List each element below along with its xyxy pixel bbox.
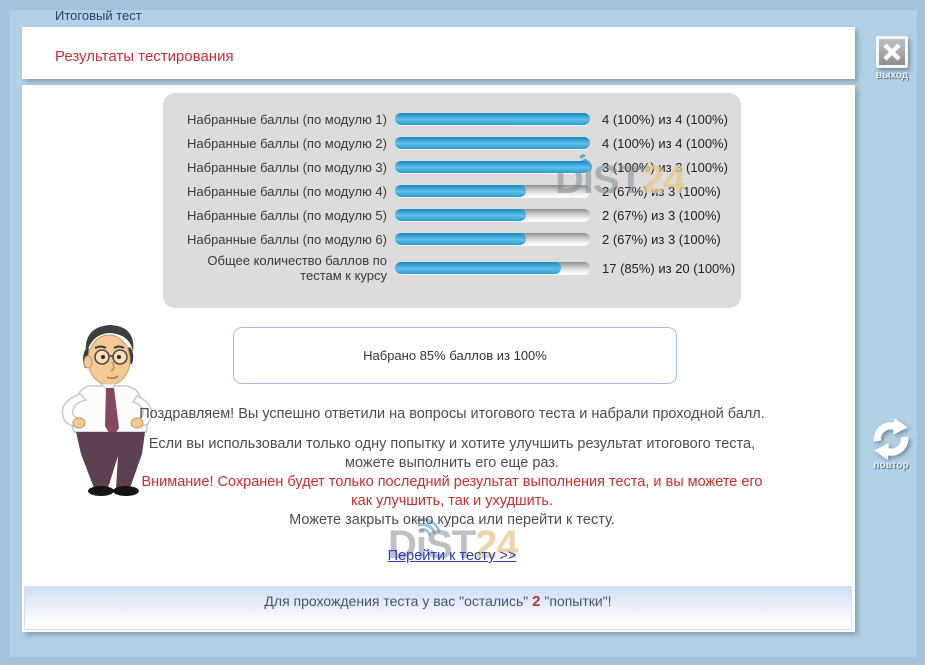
progress-bar-track <box>395 161 590 173</box>
progress-bar-track <box>395 185 590 197</box>
result-row: Набранные баллы (по модулю 2) 4 (100%) и… <box>163 131 741 155</box>
main-content-window: Набранные баллы (по модулю 1) 4 (100%) и… <box>22 85 855 632</box>
result-row-value: 3 (100%) из 3 (100%) <box>602 160 728 175</box>
link-row: Перейти к тесту >> <box>137 547 767 565</box>
exit-button[interactable] <box>876 36 908 68</box>
congrats-text: Поздравляем! Вы успешно ответили на вопр… <box>137 405 767 424</box>
exit-button-label: выход <box>867 70 917 81</box>
progress-bar-track <box>395 209 590 221</box>
progress-bar-fill <box>395 137 590 149</box>
progress-bar-track <box>395 233 590 245</box>
result-row-label: Набранные баллы (по модулю 5) <box>169 208 387 223</box>
result-row: Набранные баллы (по модулю 3) 3 (100%) и… <box>163 155 741 179</box>
retry-info-text: Если вы использовали только одну попытку… <box>137 435 767 473</box>
result-rows: Набранные баллы (по модулю 1) 4 (100%) и… <box>163 107 741 283</box>
result-row: Набранные баллы (по модулю 1) 4 (100%) и… <box>163 107 741 131</box>
progress-bar-fill <box>395 262 561 274</box>
result-row-label: Набранные баллы (по модулю 1) <box>169 112 387 127</box>
result-row: Набранные баллы (по модулю 5) 2 (67%) из… <box>163 203 741 227</box>
progress-bar-fill <box>395 185 526 197</box>
attempts-suffix: "попытки"! <box>540 593 611 609</box>
result-row-label: Общее количество баллов по тестам к курс… <box>169 253 387 283</box>
attempts-bar: Для прохождения теста у вас "остались" 2… <box>24 586 852 630</box>
result-row-label: Набранные баллы (по модулю 4) <box>169 184 387 199</box>
results-panel: Набранные баллы (по модулю 1) 4 (100%) и… <box>163 93 741 308</box>
x-icon <box>882 42 902 62</box>
result-row-label: Набранные баллы (по модулю 6) <box>169 232 387 247</box>
score-summary-box: Набрано 85% баллов из 100% <box>233 327 677 384</box>
header-bar: Результаты тестирования <box>22 27 855 79</box>
score-summary-text: Набрано 85% баллов из 100% <box>363 348 547 363</box>
progress-bar-fill <box>395 161 590 173</box>
go-to-test-link[interactable]: Перейти к тесту >> <box>388 548 517 564</box>
result-row-value: 2 (67%) из 3 (100%) <box>602 184 721 199</box>
progress-bar-fill <box>395 113 590 125</box>
repeat-button[interactable] <box>870 418 912 460</box>
attempts-prefix: Для прохождения теста у вас "остались" <box>264 593 532 609</box>
result-message-block: Поздравляем! Вы успешно ответили на вопр… <box>137 405 767 565</box>
result-row-label: Набранные баллы (по модулю 3) <box>169 160 387 175</box>
result-row: Набранные баллы (по модулю 4) 2 (67%) из… <box>163 179 741 203</box>
page-title: Результаты тестирования <box>22 42 234 65</box>
page: Итоговый тест Результаты тестирования На… <box>0 0 925 665</box>
progress-bar-fill <box>395 209 526 221</box>
result-row-value: 2 (67%) из 3 (100%) <box>602 232 721 247</box>
progress-bar-fill <box>395 233 526 245</box>
progress-bar-track <box>395 137 590 149</box>
progress-bar-track <box>395 262 590 274</box>
result-row: Набранные баллы (по модулю 6) 2 (67%) из… <box>163 227 741 251</box>
closing-text: Можете закрыть окно курса или перейти к … <box>137 511 767 530</box>
refresh-arrows-icon <box>874 418 908 460</box>
result-row-value: 4 (100%) из 4 (100%) <box>602 112 728 127</box>
progress-bar-track <box>395 113 590 125</box>
repeat-button-label: повтор <box>866 460 916 471</box>
result-row-value: 17 (85%) из 20 (100%) <box>602 261 735 276</box>
result-row-value: 4 (100%) из 4 (100%) <box>602 136 728 151</box>
warning-text: Внимание! Сохранен будет только последни… <box>137 473 767 511</box>
result-row-label: Набранные баллы (по модулю 2) <box>169 136 387 151</box>
window-title: Итоговый тест <box>55 8 142 23</box>
result-row-value: 2 (67%) из 3 (100%) <box>602 208 721 223</box>
result-row: Общее количество баллов по тестам к курс… <box>163 253 741 283</box>
